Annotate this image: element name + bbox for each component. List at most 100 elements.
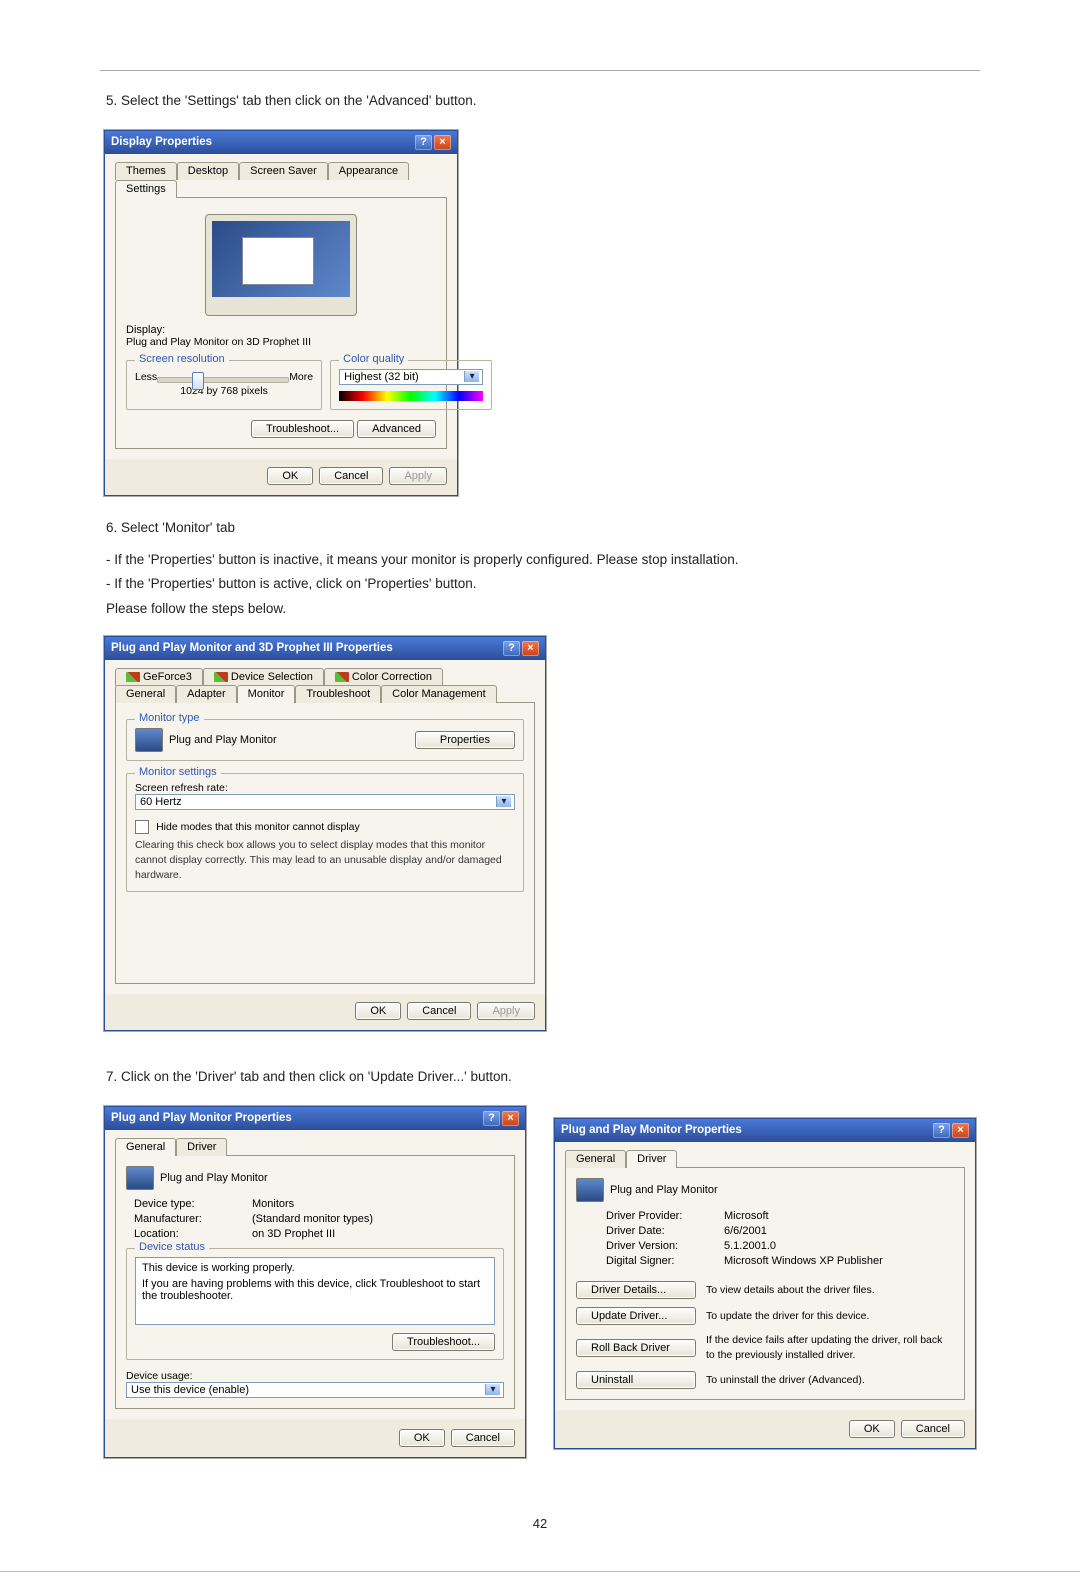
general-dlg-title: Plug and Play Monitor Properties (111, 1112, 292, 1124)
apply-button[interactable]: Apply (389, 467, 447, 485)
cancel-button[interactable]: Cancel (319, 467, 383, 485)
nvidia-icon (335, 672, 349, 682)
cancel-button[interactable]: Cancel (901, 1420, 965, 1438)
help-icon[interactable]: ? (503, 641, 520, 656)
device-type-label: Device type: (134, 1198, 244, 1210)
step5-text: 5. Select the 'Settings' tab then click … (106, 91, 980, 112)
step6-note2: - If the 'Properties' button is active, … (106, 573, 980, 595)
ok-button[interactable]: OK (849, 1420, 895, 1438)
tab-settings[interactable]: Settings (115, 180, 177, 198)
close-icon[interactable]: × (952, 1123, 969, 1138)
more-label: More (289, 371, 313, 383)
troubleshoot-button[interactable]: Troubleshoot... (392, 1333, 495, 1351)
monitor-icon (576, 1178, 604, 1202)
monitor-icon (135, 728, 163, 752)
driver-dlg-title: Plug and Play Monitor Properties (561, 1124, 742, 1136)
properties-button[interactable]: Properties (415, 731, 515, 749)
tab-themes[interactable]: Themes (115, 162, 177, 180)
dev-name: Plug and Play Monitor (610, 1183, 718, 1195)
update-driver-desc: To update the driver for this device. (706, 1310, 954, 1322)
cancel-button[interactable]: Cancel (451, 1429, 515, 1447)
rollback-driver-button[interactable]: Roll Back Driver (576, 1339, 696, 1357)
uninstall-button[interactable]: Uninstall (576, 1371, 696, 1389)
tab-monitor[interactable]: Monitor (237, 685, 296, 703)
help-icon[interactable]: ? (415, 135, 432, 150)
close-icon[interactable]: × (502, 1111, 519, 1126)
tab-screensaver[interactable]: Screen Saver (239, 162, 328, 180)
color-quality-select[interactable]: Highest (32 bit) (339, 369, 483, 385)
display-properties-dialog: Display Properties ? × Themes Desktop Sc… (104, 130, 458, 496)
driver-details-button[interactable]: Driver Details... (576, 1281, 696, 1299)
driver-version-label: Driver Version: (606, 1240, 716, 1252)
manufacturer-label: Manufacturer: (134, 1213, 244, 1225)
cancel-button[interactable]: Cancel (407, 1002, 471, 1020)
tab-adapter[interactable]: Adapter (176, 685, 237, 703)
color-preview-bar (339, 391, 483, 401)
nvidia-icon (126, 672, 140, 682)
digital-signer-label: Digital Signer: (606, 1255, 716, 1267)
apply-button[interactable]: Apply (477, 1002, 535, 1020)
tab-color-management[interactable]: Color Management (381, 685, 497, 703)
display-tabs: Themes Desktop Screen Saver Appearance S… (115, 162, 447, 198)
monitor-type-legend: Monitor type (135, 712, 204, 724)
monitor-settings-legend: Monitor settings (135, 766, 221, 778)
tab-device-selection[interactable]: Device Selection (231, 671, 313, 683)
driver-version-value: 5.1.2001.0 (724, 1240, 954, 1252)
help-icon[interactable]: ? (933, 1123, 950, 1138)
ok-button[interactable]: OK (267, 467, 313, 485)
monitor-name: Plug and Play Monitor (169, 734, 277, 746)
ok-button[interactable]: OK (399, 1429, 445, 1447)
hide-modes-checkbox[interactable] (135, 820, 149, 834)
tab-desktop[interactable]: Desktop (177, 162, 239, 180)
device-status-legend: Device status (135, 1241, 209, 1253)
driver-date-value: 6/6/2001 (724, 1225, 954, 1237)
tab-troubleshoot[interactable]: Troubleshoot (295, 685, 381, 703)
tab-general[interactable]: General (115, 1138, 176, 1156)
close-icon[interactable]: × (434, 135, 451, 150)
driver-date-label: Driver Date: (606, 1225, 716, 1237)
pnp-driver-dialog: Plug and Play Monitor Properties ? × Gen… (554, 1118, 976, 1449)
display-title: Display Properties (111, 136, 212, 148)
tab-driver[interactable]: Driver (176, 1138, 227, 1156)
uninstall-desc: To uninstall the driver (Advanced). (706, 1374, 954, 1386)
driver-provider-label: Driver Provider: (606, 1210, 716, 1222)
refresh-label: Screen refresh rate: (135, 782, 515, 794)
device-usage-select[interactable]: Use this device (enable) (126, 1382, 504, 1398)
tab-geforce3[interactable]: GeForce3 (143, 671, 192, 683)
display-value: Plug and Play Monitor on 3D Prophet III (126, 336, 436, 348)
driver-provider-value: Microsoft (724, 1210, 954, 1222)
hide-modes-label: Hide modes that this monitor cannot disp… (156, 821, 360, 833)
preview-monitor (205, 214, 357, 316)
tab-appearance[interactable]: Appearance (328, 162, 409, 180)
dev-name: Plug and Play Monitor (160, 1171, 268, 1183)
refresh-rate-select[interactable]: 60 Hertz (135, 794, 515, 810)
help-icon[interactable]: ? (483, 1111, 500, 1126)
monitor-properties-dialog: Plug and Play Monitor and 3D Prophet III… (104, 636, 546, 1031)
step6-text: 6. Select 'Monitor' tab (106, 518, 980, 539)
troubleshoot-button[interactable]: Troubleshoot... (251, 420, 354, 438)
pnp-general-dialog: Plug and Play Monitor Properties ? × Gen… (104, 1106, 526, 1458)
resolution-slider[interactable] (157, 377, 289, 383)
screen-res-legend: Screen resolution (135, 353, 229, 365)
tab-general[interactable]: General (565, 1150, 626, 1168)
color-quality-legend: Color quality (339, 353, 408, 365)
ok-button[interactable]: OK (355, 1002, 401, 1020)
step6-note1: - If the 'Properties' button is inactive… (106, 549, 980, 571)
nvidia-icon (214, 672, 228, 682)
update-driver-button[interactable]: Update Driver... (576, 1307, 696, 1325)
close-icon[interactable]: × (522, 641, 539, 656)
hide-modes-note: Clearing this check box allows you to se… (135, 838, 515, 884)
less-label: Less (135, 371, 157, 383)
location-value: on 3D Prophet III (252, 1228, 504, 1240)
step7-text: 7. Click on the 'Driver' tab and then cl… (106, 1067, 980, 1088)
display-label: Display: (126, 324, 436, 336)
monitor-icon (126, 1166, 154, 1190)
device-type-value: Monitors (252, 1198, 504, 1210)
tab-driver[interactable]: Driver (626, 1150, 677, 1168)
digital-signer-value: Microsoft Windows XP Publisher (724, 1255, 954, 1267)
device-status-box: This device is working properly. If you … (135, 1257, 495, 1325)
location-label: Location: (134, 1228, 244, 1240)
tab-color-correction[interactable]: Color Correction (352, 671, 432, 683)
advanced-button[interactable]: Advanced (357, 420, 436, 438)
tab-general[interactable]: General (115, 685, 176, 703)
